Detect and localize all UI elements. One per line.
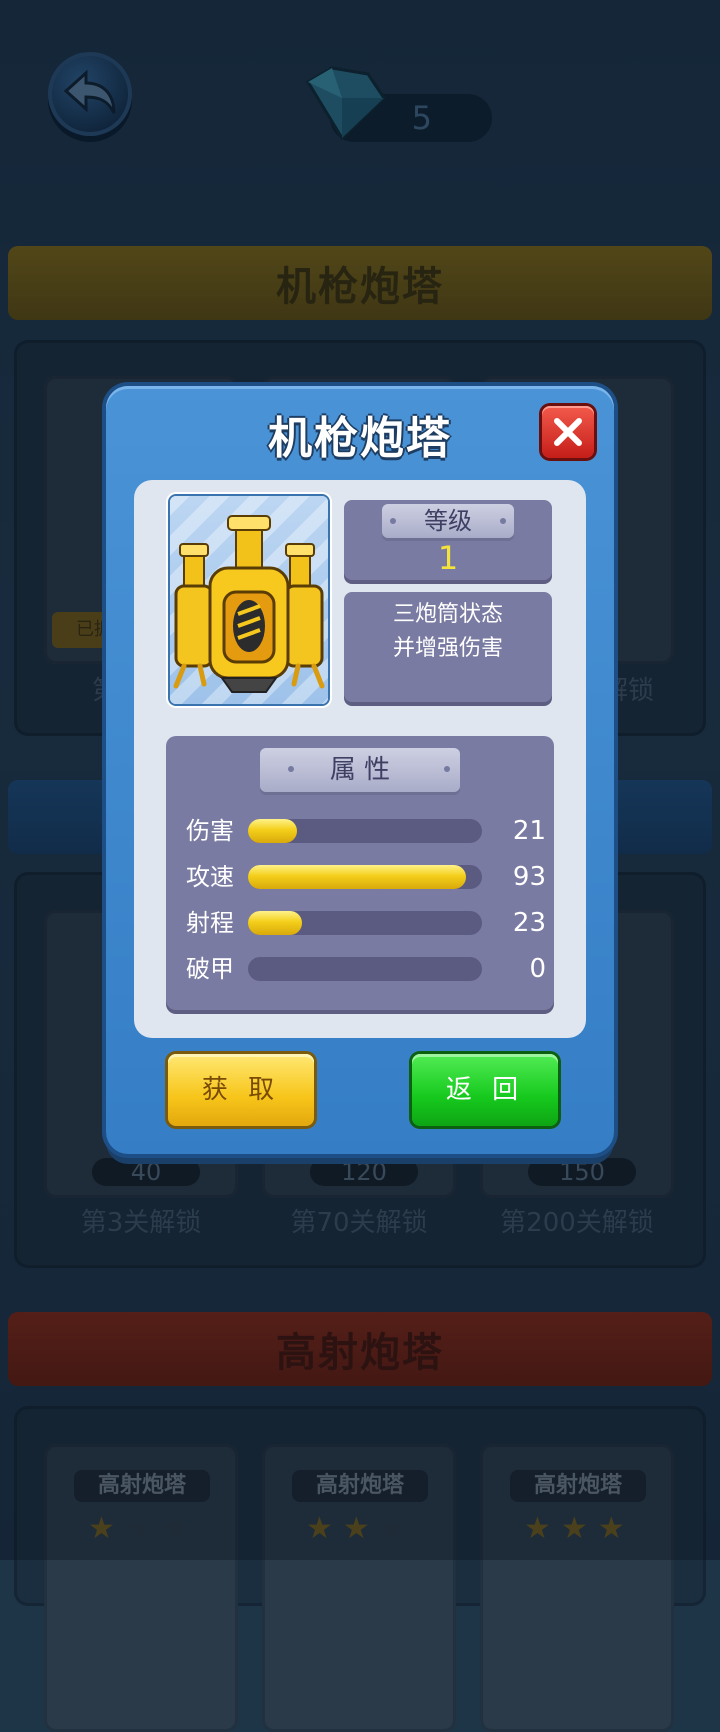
stat-label: 破甲 (186, 955, 234, 983)
unlock-text: 第70关解锁 (290, 1208, 428, 1238)
close-button[interactable] (542, 406, 594, 458)
star-icon: ★ (161, 1511, 189, 1546)
attributes-panel: 属 性 伤害 21 攻速 93 射程 23 破甲 0 (166, 736, 554, 1010)
level-label: 等级 (424, 507, 472, 535)
stat-bar (248, 957, 482, 981)
attributes-label-pill: 属 性 (260, 748, 460, 792)
card-name: 高射炮塔 (74, 1470, 210, 1502)
turret-detail-dialog: 机枪炮塔 等级 1 三炮筒状态 并增强伤害 属 性 伤害 21 攻速 93 射程… (106, 386, 614, 1154)
close-icon (554, 418, 582, 446)
turret-card[interactable]: 高射炮塔 ★ ★ ★ (262, 1444, 456, 1732)
dot (390, 518, 396, 524)
stat-fill (248, 865, 466, 889)
turret-portrait (170, 496, 328, 704)
stat-bar (248, 865, 482, 889)
stat-row-damage: 伤害 21 (186, 816, 546, 846)
stat-row-range: 射程 23 (186, 908, 546, 938)
section-panel-3: 高射炮塔 ★ ★ ★ 高射炮塔 ★ ★ ★ 高射炮塔 ★ ★ ★ (14, 1406, 706, 1732)
section-title: 高射炮塔 (276, 1330, 444, 1376)
card-name: 高射炮塔 (510, 1470, 646, 1502)
level-value: 1 (437, 539, 459, 577)
star-icon: ★ (379, 1511, 407, 1546)
description-line: 三炮筒状态 (392, 602, 503, 627)
section-title: 机枪炮塔 (276, 264, 444, 310)
stat-value: 23 (512, 908, 546, 938)
price-badge: 120 (310, 1158, 418, 1186)
unlock-text: 第200关解锁 (500, 1208, 654, 1238)
section-ribbon-machine-gun: 机枪炮塔 (8, 246, 712, 320)
gem-count: 5 (411, 99, 432, 137)
dialog-title: 机枪炮塔 (268, 413, 452, 464)
stat-bar (248, 911, 482, 935)
diamond-icon (305, 66, 386, 141)
level-panel: 等级 1 (344, 500, 552, 580)
star-icon: ★ (342, 1511, 370, 1546)
stat-value: 93 (512, 862, 546, 892)
stat-label: 射程 (186, 909, 234, 937)
dot (288, 766, 294, 772)
star-icon: ★ (88, 1511, 115, 1546)
stat-label: 攻速 (186, 863, 234, 891)
description-panel: 三炮筒状态 并增强伤害 (344, 592, 552, 702)
star-icon: ★ (524, 1511, 551, 1546)
get-button[interactable]: 获 取 (168, 1054, 314, 1126)
turret-card[interactable]: 高射炮塔 ★ ★ ★ (44, 1444, 238, 1732)
attributes-label: 属 性 (329, 755, 391, 785)
price-badge: 40 (92, 1158, 200, 1186)
return-button[interactable]: 返 回 (412, 1054, 558, 1126)
dot (444, 766, 450, 772)
star-rating: ★ ★ ★ (524, 1514, 625, 1544)
level-label-pill: 等级 (382, 504, 514, 538)
unlock-text: 第3关解锁 (80, 1208, 202, 1238)
back-arrow-icon (63, 69, 116, 114)
stat-value: 0 (529, 954, 546, 984)
stat-value: 21 (512, 816, 546, 846)
section-ribbon-anti-air: 高射炮塔 (8, 1312, 712, 1386)
stat-row-armor-break: 破甲 0 (186, 954, 546, 984)
turret-icon (173, 515, 325, 693)
star-icon: ★ (306, 1511, 333, 1546)
turret-card[interactable]: 高射炮塔 ★ ★ ★ (480, 1444, 674, 1732)
star-icon: ★ (560, 1511, 588, 1546)
star-rating: ★ ★ ★ (88, 1514, 189, 1544)
stat-fill (248, 819, 298, 843)
star-rating: ★ ★ ★ (306, 1514, 407, 1544)
star-icon: ★ (597, 1511, 625, 1546)
card-name: 高射炮塔 (292, 1470, 428, 1502)
stat-fill (248, 911, 302, 935)
description-line: 并增强伤害 (392, 636, 503, 661)
price-badge: 150 (528, 1158, 636, 1186)
dot (500, 518, 506, 524)
stat-bar (248, 819, 482, 843)
star-icon: ★ (124, 1511, 152, 1546)
back-button[interactable] (48, 52, 132, 136)
stat-label: 伤害 (186, 817, 234, 845)
stat-row-attack-speed: 攻速 93 (186, 862, 546, 892)
dialog-content: 等级 1 三炮筒状态 并增强伤害 属 性 伤害 21 攻速 93 射程 23 破… (134, 480, 586, 1038)
